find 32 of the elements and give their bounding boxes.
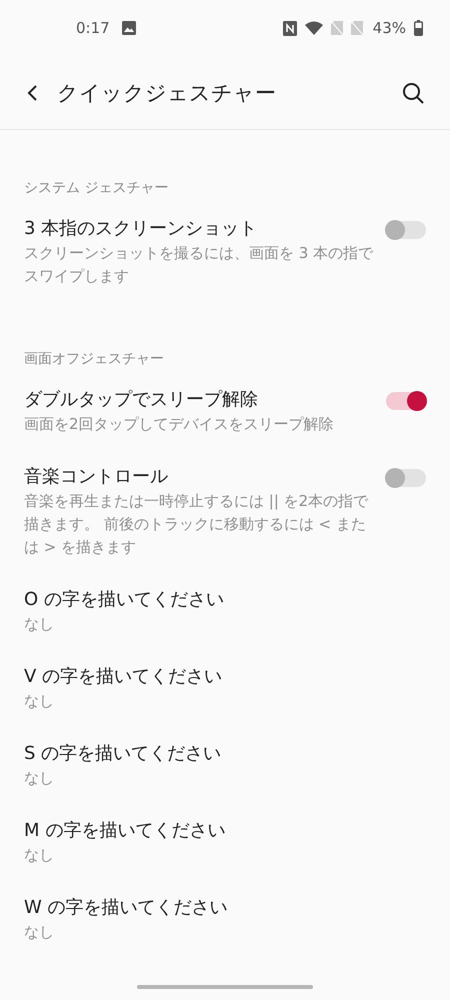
setting-summary: なし <box>24 922 55 943</box>
setting-summary: スクリーンショットを撮るには、画面を 3 本の指でスワイプします <box>24 243 374 287</box>
no-sim-icon <box>350 21 363 35</box>
wifi-icon <box>304 21 323 35</box>
setting-title[interactable]: 音楽コントロール <box>24 464 374 490</box>
search-icon[interactable] <box>402 82 424 104</box>
status-time: 0:17 <box>76 19 110 37</box>
setting-title[interactable]: O の字を描いてください <box>24 587 374 613</box>
setting-title[interactable]: ダブルタップでスリープ解除 <box>24 387 374 413</box>
setting-summary: なし <box>24 614 55 635</box>
toggle-switch[interactable] <box>386 469 426 487</box>
setting-summary: なし <box>24 768 55 789</box>
battery-percent: 43% <box>372 19 406 37</box>
setting-title[interactable]: 3 本指のスクリーンショット <box>24 216 374 242</box>
section-header: 画面オフジェスチャー <box>24 350 165 369</box>
no-sim-icon <box>330 21 343 35</box>
setting-title[interactable]: W の字を描いてください <box>24 895 374 921</box>
setting-summary: 画面を2回タップしてデバイスをスリープ解除 <box>24 414 335 435</box>
back-icon[interactable] <box>26 84 38 102</box>
page-title: クイックジェスチャー <box>57 80 277 106</box>
nfc-icon <box>282 20 297 36</box>
image-icon <box>122 21 136 35</box>
section-header: システム ジェスチャー <box>24 179 170 198</box>
setting-title[interactable]: V の字を描いてください <box>24 664 374 690</box>
setting-summary: 音楽を再生または一時停止するには || を2本の指で描きます。 前後のトラックに移動するには < または > を描きます <box>24 491 370 558</box>
setting-summary: なし <box>24 845 55 866</box>
battery-icon <box>414 20 423 36</box>
setting-summary: なし <box>24 691 55 712</box>
toggle-switch[interactable] <box>386 221 426 239</box>
setting-title[interactable]: M の字を描いてください <box>24 818 374 844</box>
toggle-switch[interactable] <box>386 392 426 410</box>
setting-title[interactable]: S の字を描いてください <box>24 741 374 767</box>
